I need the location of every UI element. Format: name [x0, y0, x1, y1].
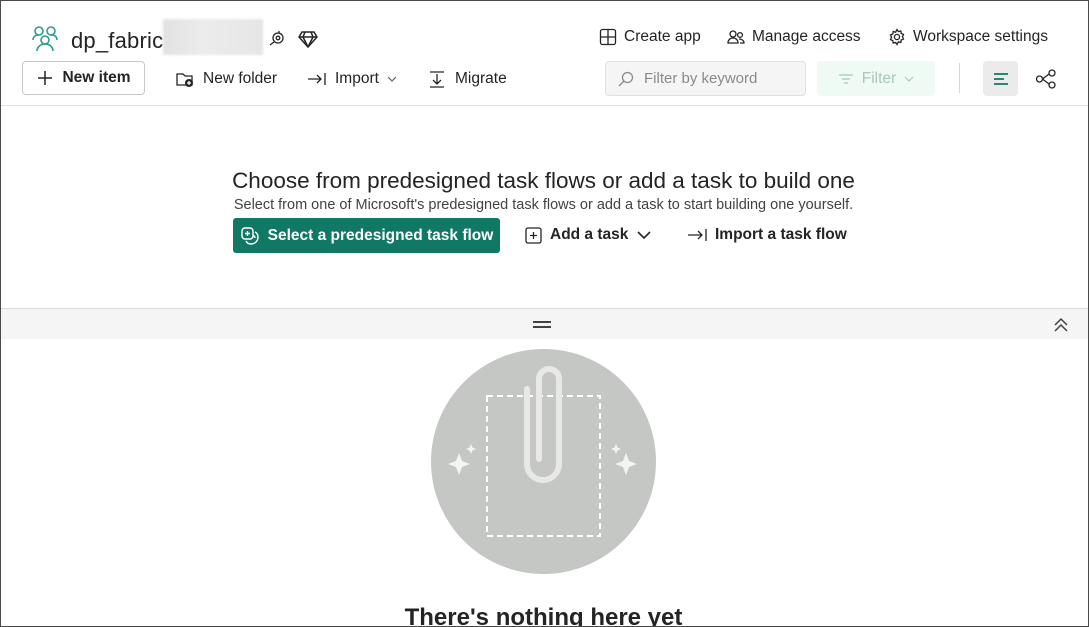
import-task-flow-label: Import a task flow [715, 226, 847, 243]
filter-icon [838, 73, 853, 84]
chevron-down-icon [637, 231, 651, 240]
select-predesigned-label: Select a predesigned task flow [267, 226, 494, 244]
new-folder-label: New folder [203, 70, 278, 87]
redacted-name-part [163, 19, 263, 55]
workspace-identity-icon[interactable] [267, 29, 287, 49]
workspace-settings-button[interactable]: Workspace settings [888, 28, 1048, 46]
filter-label: Filter [861, 69, 897, 87]
toolbar-divider [959, 63, 960, 93]
chevron-up-double-icon[interactable] [1051, 315, 1071, 335]
migrate-label: Migrate [455, 70, 507, 87]
plus-icon [38, 71, 53, 85]
lineage-view-button[interactable] [1031, 64, 1061, 94]
resize-grip[interactable] [533, 321, 551, 328]
create-app-icon [599, 28, 617, 46]
workspace-icon [32, 26, 58, 52]
manage-access-button[interactable]: Manage access [727, 28, 861, 46]
workspace-name: dp_fabric [71, 28, 164, 53]
add-task-label: Add a task [550, 226, 629, 243]
search-icon [618, 71, 634, 86]
manage-access-icon [727, 30, 745, 44]
import-dropdown[interactable]: Import [307, 69, 397, 89]
task-flow-title: Choose from predesigned task flows or ad… [232, 168, 855, 193]
add-task-dropdown[interactable]: Add a task [525, 226, 652, 244]
migrate-icon [430, 71, 444, 88]
task-flow-icon [240, 226, 259, 245]
pane-splitter [1, 308, 1088, 339]
task-flow-subtitle: Select from one of Microsoft's predesign… [233, 197, 854, 213]
create-app-label: Create app [624, 28, 701, 45]
new-folder-button[interactable]: New folder [175, 69, 277, 89]
import-arrow-icon [688, 229, 707, 241]
list-view-icon [993, 72, 1008, 85]
settings-gear-icon [889, 28, 905, 46]
filter-button[interactable]: Filter [817, 61, 935, 96]
import-arrow-icon [308, 73, 326, 85]
toolbar-separator [1, 105, 1088, 106]
chevron-down-icon [387, 76, 397, 82]
new-item-button[interactable]: New item [22, 61, 145, 95]
folder-add-icon [176, 73, 193, 87]
import-label: Import [335, 70, 379, 87]
select-predesigned-task-flow-button[interactable]: Select a predesigned task flow [233, 218, 500, 253]
add-square-icon [525, 226, 542, 244]
new-item-label: New item [62, 69, 131, 86]
migrate-button[interactable]: Migrate [427, 69, 507, 89]
chevron-down-icon [904, 76, 914, 82]
lineage-view-icon [1035, 69, 1056, 89]
manage-access-label: Manage access [752, 28, 861, 45]
import-task-flow-button[interactable]: Import a task flow [687, 226, 847, 244]
search-input[interactable] [642, 69, 796, 88]
workspace-window: dp_fabric Create app Manage access Works… [0, 0, 1089, 627]
premium-diamond-icon[interactable] [298, 29, 318, 49]
empty-state-illustration [431, 349, 656, 574]
empty-state-title: There's nothing here yet [404, 604, 683, 627]
filter-search-box[interactable] [605, 61, 806, 96]
list-view-button[interactable] [983, 61, 1018, 96]
workspace-settings-label: Workspace settings [913, 28, 1048, 45]
create-app-button[interactable]: Create app [599, 28, 701, 46]
